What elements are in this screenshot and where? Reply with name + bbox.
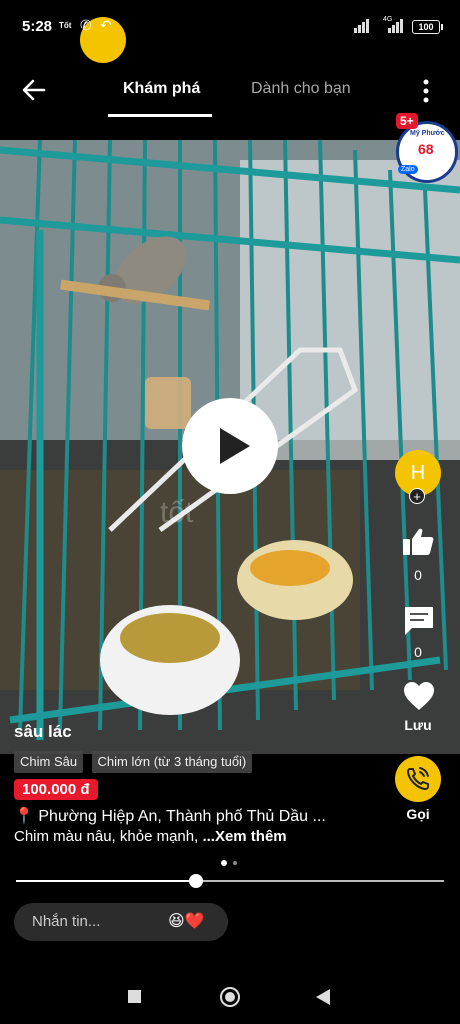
- carrier-label: Tốt: [59, 21, 72, 30]
- description-text: Chim màu nâu, khỏe mạnh,: [14, 828, 203, 845]
- home-button[interactable]: [220, 987, 240, 1007]
- phone-icon: [407, 767, 429, 790]
- video-progress-bar[interactable]: [16, 874, 444, 888]
- battery-icon: 100: [412, 20, 443, 34]
- thumbs-up-icon[interactable]: [401, 525, 435, 559]
- call-button[interactable]: [395, 756, 441, 802]
- sponsor-name: Mỹ Phước: [410, 130, 445, 137]
- pager-dot-active: [221, 860, 227, 866]
- message-input[interactable]: [32, 913, 162, 930]
- save-label[interactable]: Lưu: [394, 717, 442, 733]
- signal-icon: [354, 19, 372, 33]
- see-more-link[interactable]: ...Xem thêm: [202, 828, 286, 845]
- svg-text:tốt: tốt: [160, 496, 194, 529]
- system-back-button[interactable]: [316, 989, 330, 1005]
- message-box[interactable]: 😆❤️: [14, 903, 228, 941]
- play-icon[interactable]: [182, 398, 278, 494]
- status-time: 5:28: [22, 18, 53, 35]
- pager-dot: [233, 861, 237, 865]
- price-badge: 100.000 đ: [14, 779, 98, 800]
- tag-list: Chim Sâu Chim lớn (từ 3 tháng tuổi): [14, 751, 256, 773]
- tag-age[interactable]: Chim lớn (từ 3 tháng tuổi): [91, 751, 253, 773]
- sponsor-number: 68: [418, 141, 434, 157]
- location-row: 📍 Phường Hiệp An, Thành phố Thủ Dầu ...: [14, 806, 326, 826]
- progress-fill: [16, 880, 196, 882]
- listing-title: sâu lác: [14, 722, 72, 741]
- sponsor-badge[interactable]: 5+ Mỹ Phước 68 Zalo: [396, 113, 460, 189]
- description-row: Chim màu nâu, khỏe mạnh, ...Xem thêm: [14, 828, 287, 845]
- call-label[interactable]: Gọi: [396, 806, 440, 822]
- arrow-left-icon[interactable]: [20, 76, 48, 104]
- follow-plus-icon[interactable]: +: [409, 488, 425, 504]
- age-rating-badge: 5+: [396, 113, 418, 129]
- active-tab-indicator: [108, 114, 212, 117]
- like-count: 0: [414, 567, 422, 583]
- call-back-icon: ↶: [100, 17, 112, 33]
- progress-knob[interactable]: [188, 874, 203, 888]
- more-vertical-icon[interactable]: [420, 78, 432, 104]
- heart-icon[interactable]: [402, 680, 436, 714]
- location-text: Phường Hiệp An, Thành phố Thủ Dầu ...: [38, 808, 326, 825]
- signal-icon-2: [388, 19, 406, 33]
- emoji-icon[interactable]: 😆❤️: [168, 911, 205, 931]
- comment-count: 0: [414, 644, 422, 660]
- tab-kham-pha[interactable]: Khám phá: [123, 80, 200, 98]
- recent-apps-button[interactable]: [128, 990, 141, 1003]
- status-bar: 5:28 Tốt ✆ ↶ 4G 100: [0, 0, 460, 63]
- zalo-label: Zalo: [398, 165, 418, 174]
- tag-chim-sau[interactable]: Chim Sâu: [14, 751, 84, 773]
- comment-icon[interactable]: [402, 604, 436, 638]
- tab-danh-cho-ban[interactable]: Dành cho bạn: [251, 80, 351, 98]
- map-pin-icon: 📍: [14, 808, 34, 825]
